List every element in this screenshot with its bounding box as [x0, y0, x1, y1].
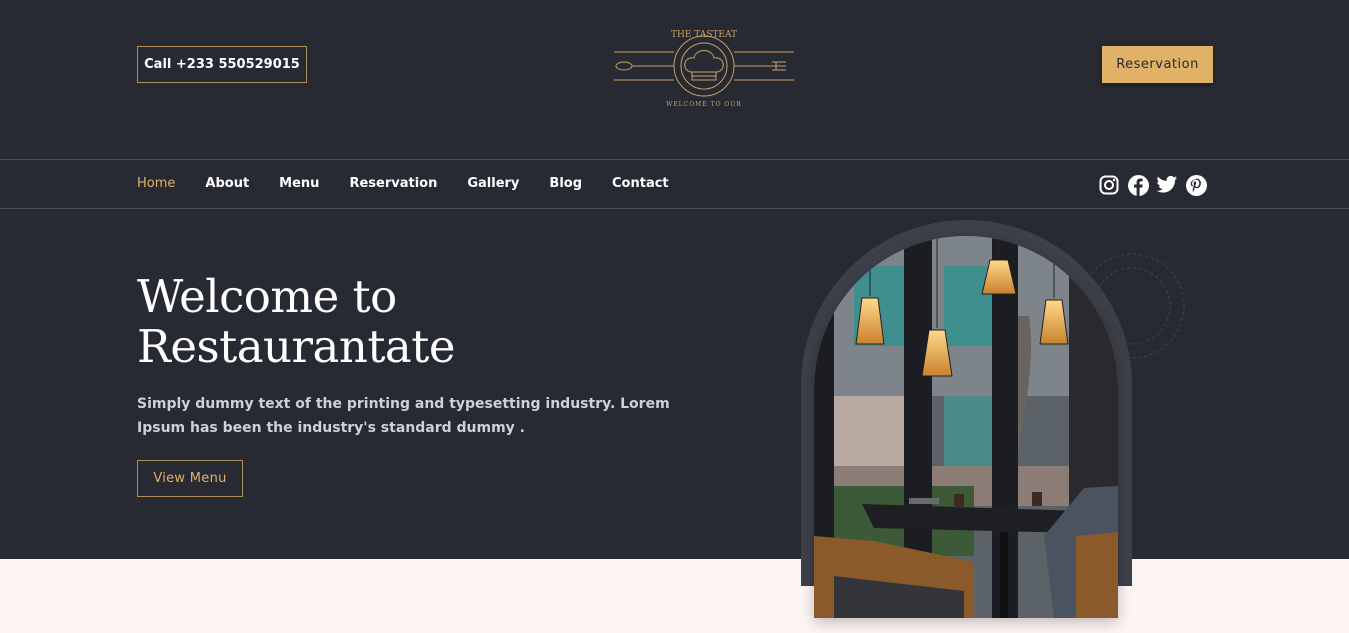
nav-item-about[interactable]: About: [205, 174, 249, 194]
hero-description: Simply dummy text of the printing and ty…: [137, 396, 670, 436]
site-logo[interactable]: THE TASTEAT WELCOME TO OUR: [612, 20, 796, 112]
nav-item-menu[interactable]: Menu: [279, 174, 319, 194]
nav-divider-top: [0, 159, 1349, 160]
call-button[interactable]: Call +233 550529015: [137, 46, 307, 83]
logo-top-text: THE TASTEAT: [671, 30, 737, 40]
twitter-icon[interactable]: [1156, 174, 1178, 196]
logo-bottom-text: WELCOME TO OUR: [666, 101, 742, 108]
reservation-button[interactable]: Reservation: [1102, 46, 1213, 83]
nav-item-gallery[interactable]: Gallery: [467, 174, 519, 194]
restaurant-interior-image: [814, 236, 1118, 618]
main-nav: Home About Menu Reservation Gallery Blog…: [137, 174, 699, 194]
chef-hat-logo-icon: THE TASTEAT WELCOME TO OUR: [614, 30, 794, 108]
social-links: [1098, 174, 1207, 196]
nav-item-home[interactable]: Home: [137, 174, 175, 194]
nav-item-blog[interactable]: Blog: [549, 174, 582, 194]
pinterest-icon[interactable]: [1185, 174, 1207, 196]
hero-title-line1: Welcome to: [137, 270, 397, 323]
facebook-icon[interactable]: [1127, 174, 1149, 196]
nav-item-contact[interactable]: Contact: [612, 174, 669, 194]
hero-title: Welcome to Restaurantate: [137, 272, 697, 372]
next-section-background: [0, 559, 1349, 633]
nav-divider-bottom: [0, 208, 1349, 209]
nav-item-reservation[interactable]: Reservation: [349, 174, 437, 194]
instagram-icon[interactable]: [1098, 174, 1120, 196]
hero-title-line2: Restaurantate: [137, 320, 455, 373]
view-menu-button[interactable]: View Menu: [137, 460, 243, 497]
